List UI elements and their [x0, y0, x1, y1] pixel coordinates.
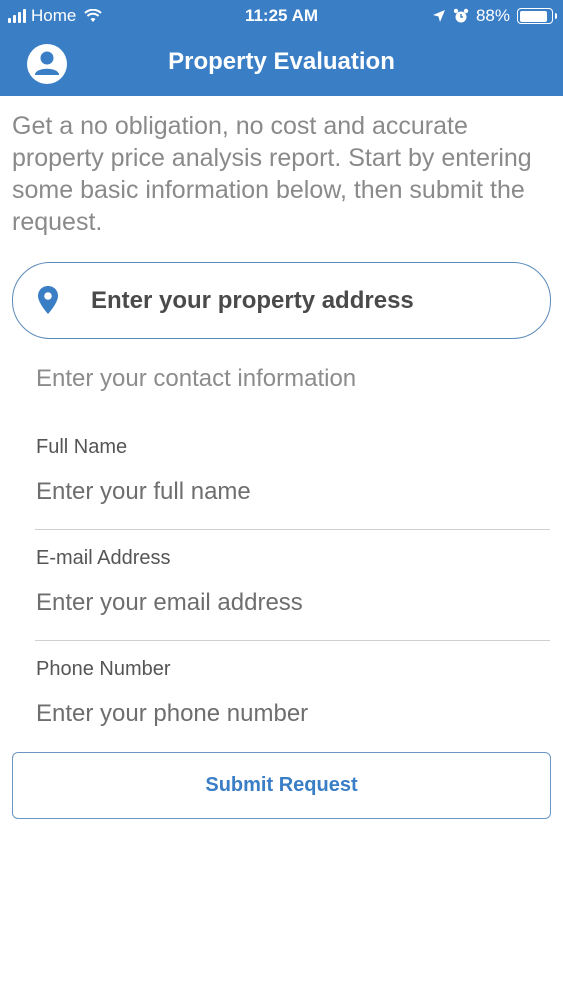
location-arrow-icon	[432, 10, 445, 22]
battery-percent: 88%	[475, 6, 510, 25]
email-input[interactable]: Enter your email address	[36, 587, 550, 619]
contact-heading: Enter your contact information	[36, 365, 357, 392]
app-header: Home 11:25 AM 88% Property Evaluation	[0, 0, 563, 96]
email-label: E-mail Address	[36, 547, 171, 569]
phone-label: Phone Number	[36, 658, 171, 680]
intro-text: Get a no obligation, no cost and accurat…	[12, 112, 532, 236]
full-name-label: Full Name	[36, 436, 128, 458]
alarm-clock-icon	[453, 8, 469, 23]
full-name-divider	[35, 529, 550, 530]
status-bar: Home 11:25 AM 88%	[0, 0, 563, 34]
page-title: Property Evaluation	[168, 48, 395, 75]
email-divider	[35, 640, 550, 641]
submit-request-button[interactable]: Submit Request	[12, 752, 551, 819]
map-pin-icon	[38, 286, 58, 314]
battery-icon	[517, 8, 557, 24]
status-right: 88%	[432, 6, 557, 26]
property-address-placeholder: Enter your property address	[91, 286, 414, 314]
property-address-input[interactable]: Enter your property address	[12, 262, 551, 339]
full-name-input[interactable]: Enter your full name	[36, 476, 550, 508]
phone-input[interactable]: Enter your phone number	[36, 698, 550, 730]
